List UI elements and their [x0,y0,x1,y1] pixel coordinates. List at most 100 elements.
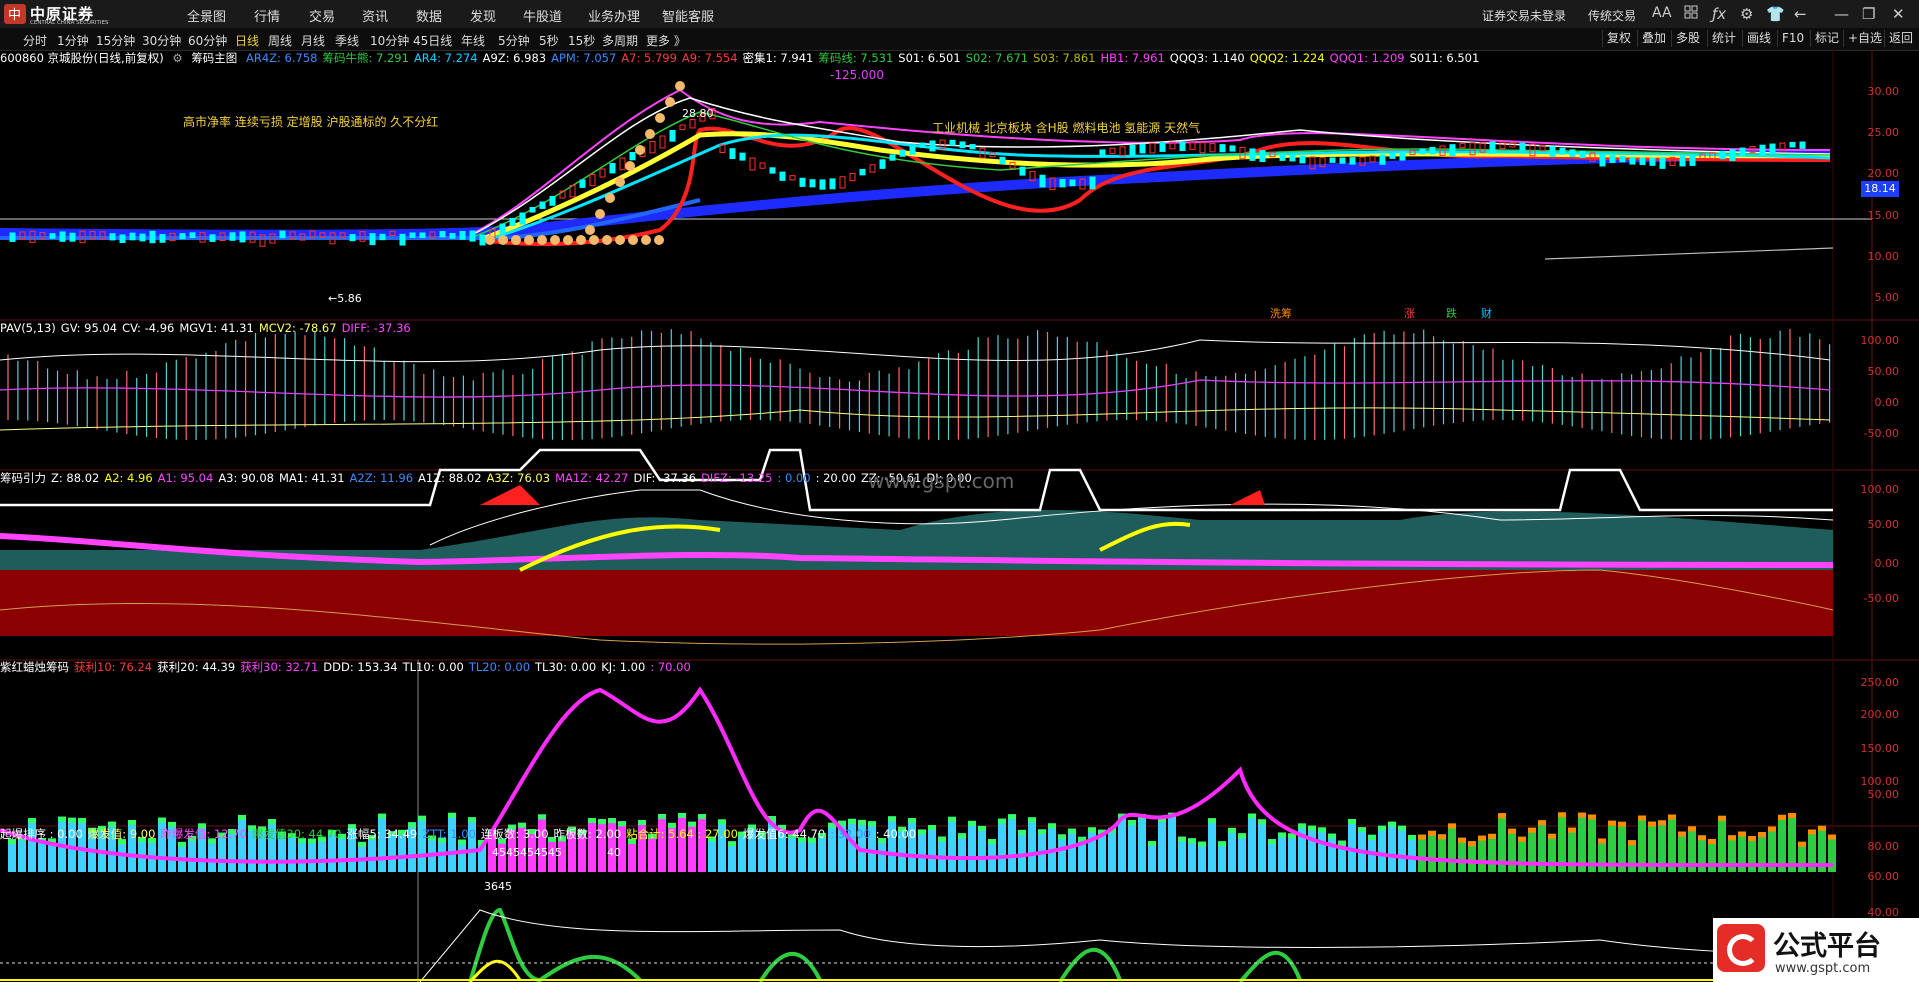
candle [469,230,476,242]
candle [1339,157,1346,164]
chip-bar-cap [638,820,646,826]
brand-badge[interactable]: 公式平台 www.gspt.com [1713,918,1919,982]
chip-bar-cap [538,814,546,820]
chip-bar [1298,823,1306,872]
pane1-indicator-name[interactable]: 筹码主图 [191,51,237,65]
toolbar-button[interactable]: 复权 [1602,30,1635,47]
toolbar-button[interactable]: 画线 [1742,30,1775,47]
menu-item[interactable]: 业务办理 [588,6,640,25]
event-wash[interactable]: 洗筹 [1270,305,1292,321]
period-tab[interactable]: 15秒 [568,32,595,49]
candle [1209,143,1216,153]
period-tab[interactable]: 1分钟 [57,32,89,49]
restore-icon[interactable]: ❐ [1862,5,1875,23]
candle [529,207,536,213]
shirt-icon[interactable]: 👕 [1766,5,1785,23]
period-tab[interactable]: 月线 [301,32,325,49]
menu-item[interactable]: 资讯 [362,6,388,25]
indicator-value: A9: 7.554 [681,51,738,65]
candle [839,176,846,189]
period-tab[interactable]: 45日线 [413,32,452,49]
y-axis-tick: 100.00 [1860,334,1900,347]
chip-bar-cap [1448,823,1456,829]
chip-bar [1088,827,1096,872]
toolbar-button[interactable]: 叠加 [1637,30,1670,47]
period-tab[interactable]: 5秒 [539,32,559,49]
chip-marker [550,235,560,245]
close-icon[interactable]: ✕ [1892,5,1905,23]
font-size-icon[interactable]: AA [1652,5,1672,21]
period-tab[interactable]: 30分钟 [142,32,181,49]
gear-icon[interactable]: ⚙ [1740,5,1753,23]
chip-bar [1348,818,1356,872]
candle [209,234,216,242]
candle [1109,147,1116,155]
indicator-value: A1Z: 88.02 [418,471,482,485]
period-tab[interactable]: 15分钟 [96,32,135,49]
event-finance[interactable]: 财 [1481,305,1492,321]
traditional-trade-link[interactable]: 传统交易 [1588,7,1636,24]
menu-item[interactable]: 全景图 [187,6,226,25]
indicator-value: PAV(5,13) [0,321,56,335]
indicator-value: HB1: 7.961 [1100,51,1165,65]
chip-marker [498,235,508,245]
chip-bar [1138,814,1146,872]
concept-tags-right: 工业机械 北京板块 含H股 燃料电池 氢能源 天然气 [932,121,1201,135]
event-down[interactable]: 跌 [1446,305,1457,321]
chip-bar [938,836,946,872]
period-tab[interactable]: 更多 》 [646,32,686,49]
period-tab[interactable]: 60分钟 [188,32,227,49]
period-tab[interactable]: 日线 [235,32,259,49]
period-tab[interactable]: 季线 [335,32,359,49]
menu-item[interactable]: 发现 [470,6,496,25]
candle [969,144,976,150]
toolbar-button[interactable]: 统计 [1707,30,1740,47]
toolbar-button[interactable]: 返回 [1884,30,1917,47]
event-up[interactable]: 涨 [1404,305,1415,321]
concept-tags-left: 高市净率 连续亏损 定增股 沪股通标的 久不分红 [183,115,439,129]
stock-title[interactable]: 600860 京城股份(日线,前复权) [0,51,164,65]
period-tab[interactable]: 年线 [461,32,485,49]
candle [799,177,806,187]
indicator-value: A2: 4.96 [104,471,153,485]
indicator-value: A1: 95.04 [157,471,214,485]
candle [1129,144,1136,156]
period-tab[interactable]: 多周期 [602,32,638,49]
candle [409,232,416,238]
y-axis-tick: 150.00 [1860,742,1900,755]
menu-item[interactable]: 交易 [309,6,335,25]
chip-bar-cap [1718,815,1726,821]
candle [689,119,696,129]
y-axis-tick: 250.00 [1860,676,1900,689]
chip-bar [958,833,966,872]
minimize-icon[interactable]: — [1834,5,1849,23]
period-tab[interactable]: 周线 [268,32,292,49]
toolbar-button[interactable]: 多股 [1671,30,1704,47]
indicator-value: MA1: 41.31 [278,471,345,485]
menu-item[interactable]: 智能客服 [662,6,714,25]
toolbar-button[interactable]: 标记 [1810,30,1843,47]
menu-item[interactable]: 牛股道 [523,6,562,25]
toolbar-button[interactable]: F10 [1777,30,1808,47]
period-tab[interactable]: 10分钟 [370,32,409,49]
chip-bar-cap [938,836,946,842]
period-tab[interactable]: 5分钟 [498,32,530,49]
menu-item[interactable]: 行情 [254,6,280,25]
chip-bar [1058,834,1066,872]
fx-icon[interactable]: ƒx [1712,5,1726,23]
login-status[interactable]: 证券交易未登录 [1482,7,1566,24]
indicator-value: APM: 7.057 [551,51,617,65]
chip-bar [1178,836,1186,872]
period-tab[interactable]: 分时 [23,32,47,49]
back-icon[interactable]: ← [1794,5,1807,23]
chip-bar-cap [1328,833,1336,839]
chip-bar-cap [158,817,166,823]
toolbar-button[interactable]: +自选 [1843,30,1886,47]
grid-icon[interactable] [1684,5,1698,23]
menu-item[interactable]: 数据 [416,6,442,25]
chip-bar-cap [678,812,686,818]
indicator-value: TL30: 0.00 [535,660,597,674]
chip-bar [1018,829,1026,872]
broker-logo[interactable]: 中 中原证券 CENTRAL CHINA SECURITIES [4,2,122,26]
gear-icon[interactable]: ⚙ [172,51,182,65]
